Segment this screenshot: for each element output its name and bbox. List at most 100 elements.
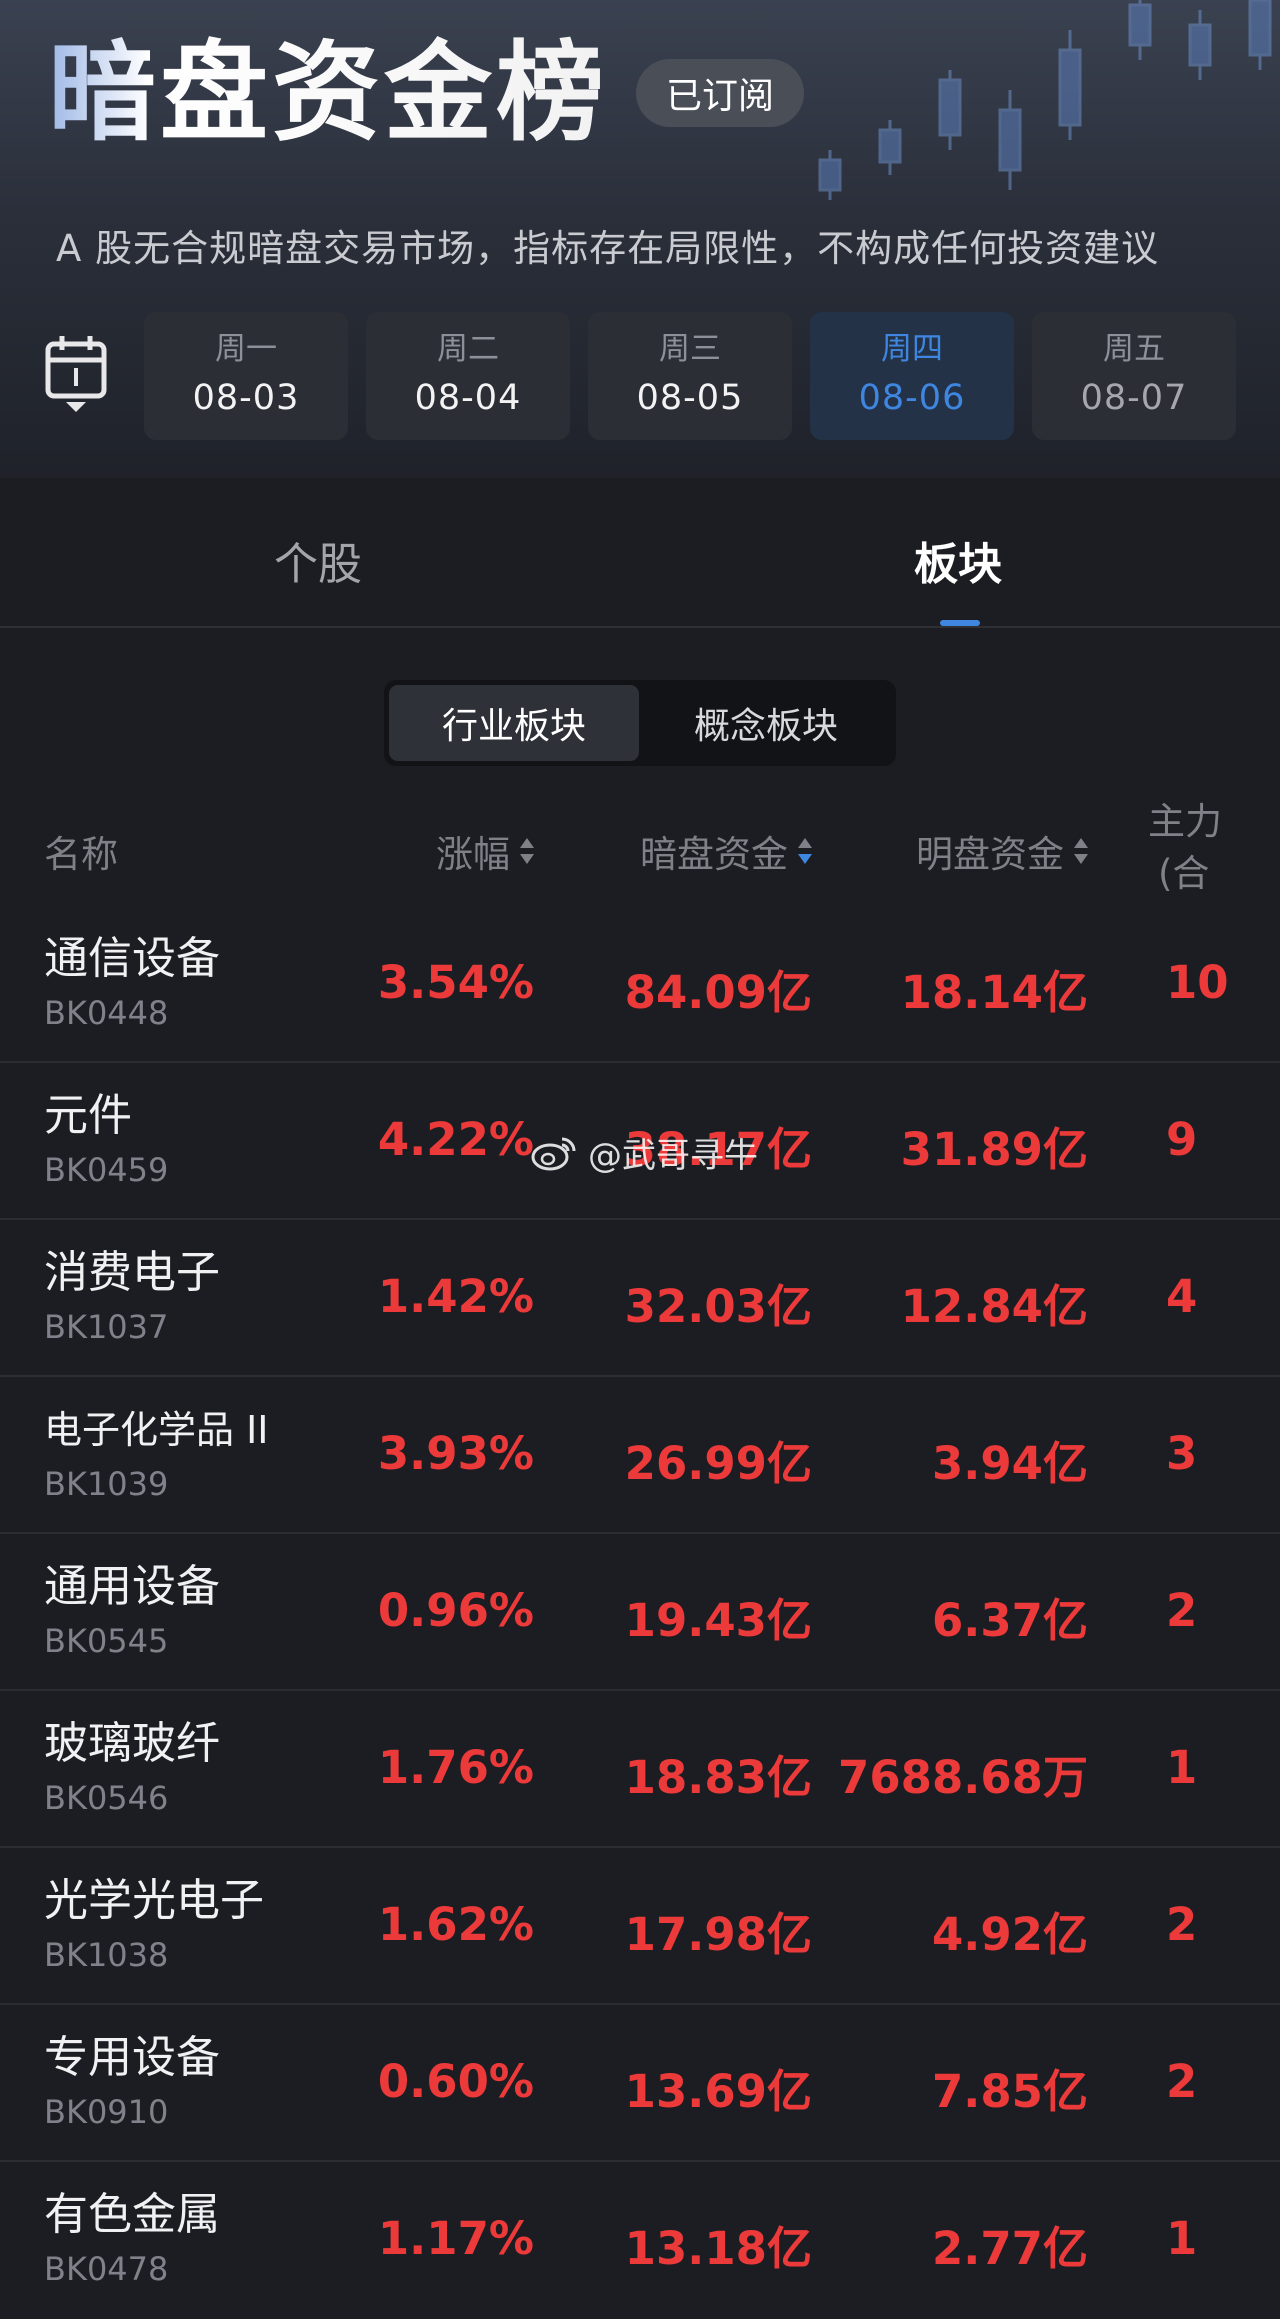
table-row[interactable]: 光学光电子 BK1038 1.62% 17.98亿 4.92亿 2	[0, 1848, 1280, 2005]
main-fund-value: 2	[1166, 1584, 1198, 1637]
main-fund-clip: 9	[1158, 1063, 1238, 1220]
sector-code: BK0459	[44, 1151, 169, 1189]
dark-fund-value: 26.99亿	[624, 1437, 812, 1490]
day-chip-fri[interactable]: 周五 08-07	[1032, 312, 1236, 440]
main-fund-value: 1	[1166, 2212, 1198, 2265]
weekday-label: 周四	[881, 331, 943, 367]
lit-fund-value: 7.85亿	[931, 2065, 1088, 2118]
sector-code: BK1038	[44, 1936, 169, 1974]
column-change-label: 涨幅	[436, 833, 510, 876]
table-row[interactable]: 通信设备 BK0448 3.54% 84.09亿 18.14亿 10	[0, 906, 1280, 1063]
day-chip-mon[interactable]: 周一 08-03	[144, 312, 348, 440]
day-chip-wed[interactable]: 周三 08-05	[588, 312, 792, 440]
column-dark-fund-label: 暗盘资金	[640, 833, 788, 876]
main-fund-value: 3	[1166, 1427, 1198, 1480]
weekday-label: 周三	[659, 331, 721, 367]
lit-fund-value: 2.77亿	[931, 2222, 1088, 2275]
column-main-fund[interactable]: 主力 (合	[1148, 796, 1238, 906]
weibo-icon	[531, 1137, 576, 1170]
main-fund-clip: 2	[1158, 1848, 1238, 2005]
sort-icon	[1074, 838, 1088, 864]
column-main-fund-sublabel: (合	[1158, 852, 1210, 895]
table-header: 名称 涨幅 暗盘资金 明盘资金 主力 (合	[0, 780, 1280, 920]
segment-industry[interactable]: 行业板块	[389, 685, 639, 761]
sector-name: 玻璃玻纤	[44, 1718, 220, 1769]
table-row[interactable]: 有色金属 BK0478 1.17% 13.18亿 2.77亿 1	[0, 2162, 1280, 2319]
table-row[interactable]: 电子化学品 II BK1039 3.93% 26.99亿 3.94亿 3	[0, 1377, 1280, 1534]
main-fund-clip: 10	[1158, 906, 1238, 1063]
title-row: 暗盘资金榜 已订阅	[48, 28, 805, 158]
date-label: 08-05	[636, 378, 744, 418]
lit-fund-value: 12.84亿	[900, 1280, 1088, 1333]
change-value: 4.22%	[377, 1113, 534, 1166]
day-chip-thu-selected[interactable]: 周四 08-06	[810, 312, 1014, 440]
lit-fund-value: 31.89亿	[900, 1123, 1088, 1176]
weekday-label: 周一	[215, 331, 277, 367]
tab-sectors[interactable]: 板块	[914, 528, 1002, 592]
sector-code: BK0545	[44, 1622, 169, 1660]
lit-fund-value: 4.92亿	[931, 1908, 1088, 1961]
segment-concept[interactable]: 概念板块	[641, 685, 891, 761]
sector-code: BK1037	[44, 1308, 169, 1346]
subscribed-button[interactable]: 已订阅	[636, 59, 805, 127]
sector-name: 元件	[44, 1090, 132, 1141]
main-fund-value: 10	[1166, 956, 1229, 1009]
tab-active-indicator	[940, 620, 980, 626]
table-row[interactable]: 玻璃玻纤 BK0546 1.76% 18.83亿 7688.68万 1	[0, 1691, 1280, 1848]
sector-code: BK0910	[44, 2093, 169, 2131]
sector-code: BK1039	[44, 1465, 169, 1503]
sector-name: 电子化学品 II	[44, 1408, 269, 1452]
change-value: 0.60%	[377, 2055, 534, 2108]
lit-fund-value: 3.94亿	[931, 1437, 1088, 1490]
table-row[interactable]: 通用设备 BK0545 0.96% 19.43亿 6.37亿 2	[0, 1534, 1280, 1691]
column-change-sort[interactable]: 涨幅	[436, 824, 534, 878]
date-label: 08-06	[858, 378, 966, 418]
lit-fund-value: 18.14亿	[900, 966, 1088, 1019]
change-value: 3.54%	[377, 956, 534, 1009]
sector-name: 光学光电子	[44, 1875, 264, 1926]
change-value: 1.76%	[377, 1741, 534, 1794]
sector-name: 专用设备	[44, 2032, 220, 2083]
sort-icon	[520, 838, 534, 864]
main-fund-value: 9	[1166, 1113, 1198, 1166]
date-label: 08-04	[414, 378, 522, 418]
weekday-label: 周五	[1103, 331, 1165, 367]
sector-code: BK0546	[44, 1779, 169, 1817]
change-value: 0.96%	[377, 1584, 534, 1637]
main-fund-value: 2	[1166, 1898, 1198, 1951]
column-name-label: 名称	[44, 833, 118, 876]
main-fund-clip: 4	[1158, 1220, 1238, 1377]
dark-fund-value: 13.18亿	[624, 2222, 812, 2275]
main-tabs: 个股 板块	[0, 498, 1280, 628]
sector-name: 通用设备	[44, 1561, 220, 1612]
sector-name: 有色金属	[44, 2189, 220, 2240]
main-fund-clip: 1	[1158, 1691, 1238, 1848]
main-fund-value: 4	[1166, 1270, 1198, 1323]
table-row[interactable]: 消费电子 BK1037 1.42% 32.03亿 12.84亿 4	[0, 1220, 1280, 1377]
table-row[interactable]: 专用设备 BK0910 0.60% 13.69亿 7.85亿 2	[0, 2005, 1280, 2162]
main-fund-clip: 3	[1158, 1377, 1238, 1534]
lit-fund-value: 7688.68万	[838, 1751, 1088, 1804]
main-fund-clip: 2	[1158, 1534, 1238, 1691]
tab-stocks[interactable]: 个股	[274, 528, 362, 592]
sector-code: BK0448	[44, 994, 169, 1032]
sector-name: 通信设备	[44, 933, 220, 984]
dark-fund-value: 84.09亿	[624, 966, 812, 1019]
weibo-watermark: @武哥寻牛	[530, 1128, 758, 1177]
change-value: 3.93%	[377, 1427, 534, 1480]
day-chip-tue[interactable]: 周二 08-04	[366, 312, 570, 440]
page-title: 暗盘资金榜	[48, 30, 609, 156]
disclaimer-text: A 股无合规暗盘交易市场，指标存在局限性，不构成任何投资建议	[56, 227, 1160, 270]
candlestick-decoration	[818, 0, 1272, 200]
column-name: 名称	[44, 824, 118, 878]
calendar-icon[interactable]	[44, 334, 108, 414]
column-dark-fund-sort[interactable]: 暗盘资金	[640, 824, 812, 878]
sector-name: 消费电子	[44, 1247, 220, 1298]
lit-fund-value: 6.37亿	[931, 1594, 1088, 1647]
dark-fund-value: 18.83亿	[624, 1751, 812, 1804]
sector-type-segment: 行业板块 概念板块	[384, 680, 896, 766]
date-label: 08-07	[1080, 378, 1188, 418]
sector-code: BK0478	[44, 2250, 169, 2288]
dark-fund-value: 17.98亿	[624, 1908, 812, 1961]
column-lit-fund-sort[interactable]: 明盘资金	[916, 824, 1088, 878]
